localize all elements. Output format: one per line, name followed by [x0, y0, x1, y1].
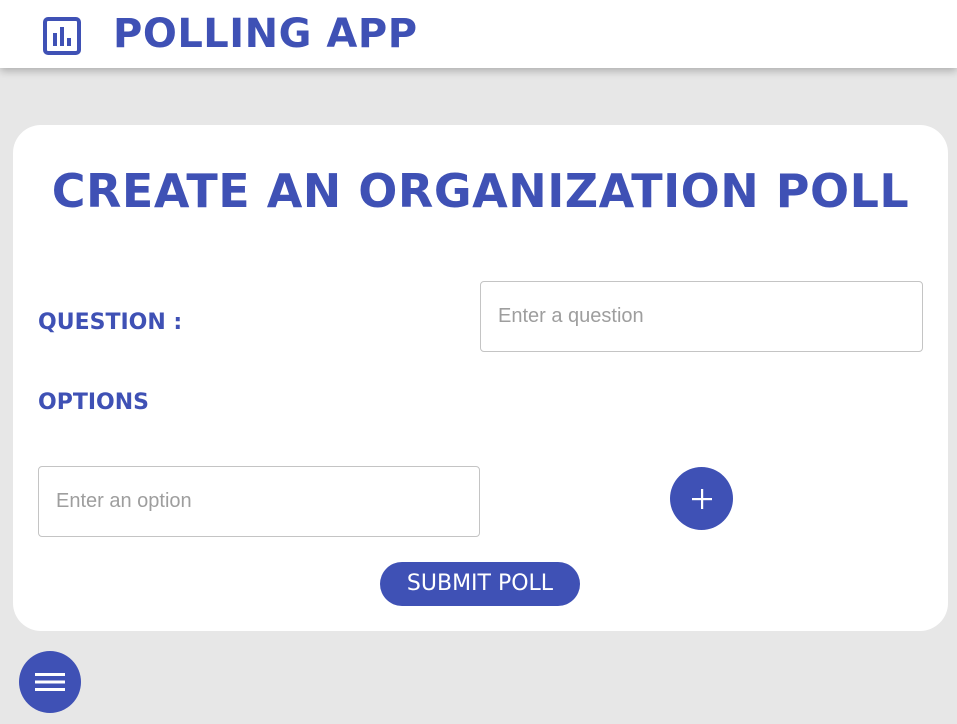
- app-header: POLLING APP: [0, 0, 957, 68]
- add-option-button[interactable]: [670, 467, 733, 530]
- plus-icon: [670, 487, 733, 511]
- menu-fab-button[interactable]: [19, 651, 81, 713]
- question-input[interactable]: [480, 281, 923, 352]
- options-label: OPTIONS: [38, 390, 149, 415]
- app-title: POLLING APP: [113, 11, 418, 57]
- hamburger-menu-icon: [19, 671, 81, 693]
- submit-poll-button[interactable]: SUBMIT POLL: [380, 562, 580, 606]
- page-title: CREATE AN ORGANIZATION POLL: [51, 164, 910, 218]
- option-input[interactable]: [38, 466, 480, 537]
- poll-chart-icon: [42, 16, 82, 56]
- create-poll-card: CREATE AN ORGANIZATION POLL QUESTION : O…: [13, 125, 948, 631]
- question-label: QUESTION :: [38, 310, 183, 335]
